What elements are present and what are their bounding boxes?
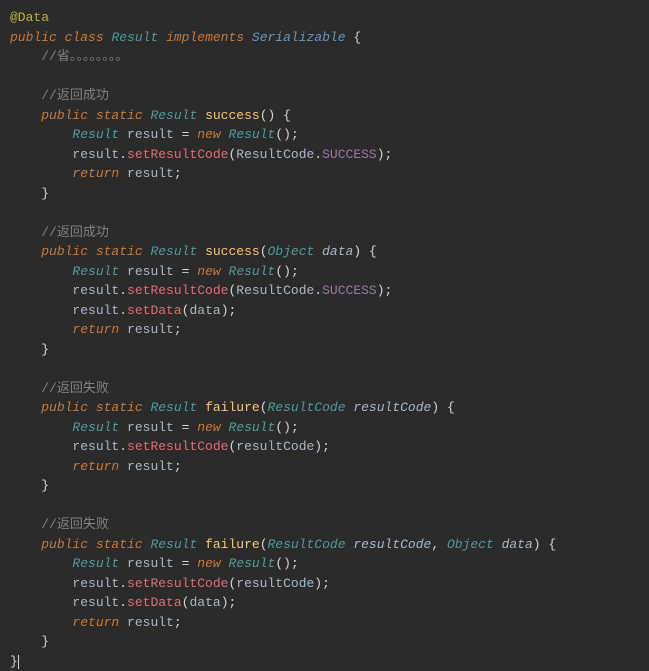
keyword-new: new: [197, 264, 220, 279]
cursor: [18, 655, 19, 669]
modifiers: public static: [41, 108, 142, 123]
method-name: failure: [205, 537, 260, 552]
keyword-return: return: [72, 615, 119, 630]
keyword-class: class: [65, 30, 104, 45]
ctor-name: Result: [229, 264, 276, 279]
interface-name: Serializable: [252, 30, 346, 45]
keyword-return: return: [72, 322, 119, 337]
comment-line: //返回失败: [41, 381, 109, 396]
ctor-name: Result: [229, 127, 276, 142]
return-type: Result: [150, 244, 197, 259]
var-name: result: [127, 264, 174, 279]
method-call: setResultCode: [127, 576, 228, 591]
var-type: Result: [72, 420, 119, 435]
comment-line: //返回成功: [41, 88, 109, 103]
close-brace: }: [10, 654, 18, 669]
keyword-implements: implements: [166, 30, 244, 45]
comment-line: //返回成功: [41, 225, 109, 240]
open-brace: {: [353, 30, 361, 45]
code-block: @Data public class Result implements Ser…: [10, 8, 639, 671]
method-call: setResultCode: [127, 147, 228, 162]
comment-line: //返回失败: [41, 517, 109, 532]
var-type: Result: [72, 127, 119, 142]
var-type: Result: [72, 264, 119, 279]
keyword-return: return: [72, 459, 119, 474]
ctor-name: Result: [229, 420, 276, 435]
method-call: setData: [127, 595, 182, 610]
keyword-public: public: [10, 30, 57, 45]
class-name: Result: [111, 30, 158, 45]
annotation: @Data: [10, 10, 49, 25]
comment-line: //省。。。。。。。。: [41, 49, 128, 64]
enum-const: SUCCESS: [322, 147, 377, 162]
keyword-return: return: [72, 166, 119, 181]
keyword-new: new: [197, 420, 220, 435]
return-type: Result: [150, 537, 197, 552]
return-type: Result: [150, 400, 197, 415]
method-call: setData: [127, 303, 182, 318]
modifiers: public static: [41, 400, 142, 415]
method-call: setResultCode: [127, 283, 228, 298]
method-name: success: [205, 244, 260, 259]
return-type: Result: [150, 108, 197, 123]
method-name: failure: [205, 400, 260, 415]
var-name: result: [127, 127, 174, 142]
enum-const: SUCCESS: [322, 283, 377, 298]
modifiers: public static: [41, 537, 142, 552]
keyword-new: new: [197, 127, 220, 142]
method-name: success: [205, 108, 260, 123]
method-call: setResultCode: [127, 439, 228, 454]
modifiers: public static: [41, 244, 142, 259]
var-name: result: [127, 420, 174, 435]
